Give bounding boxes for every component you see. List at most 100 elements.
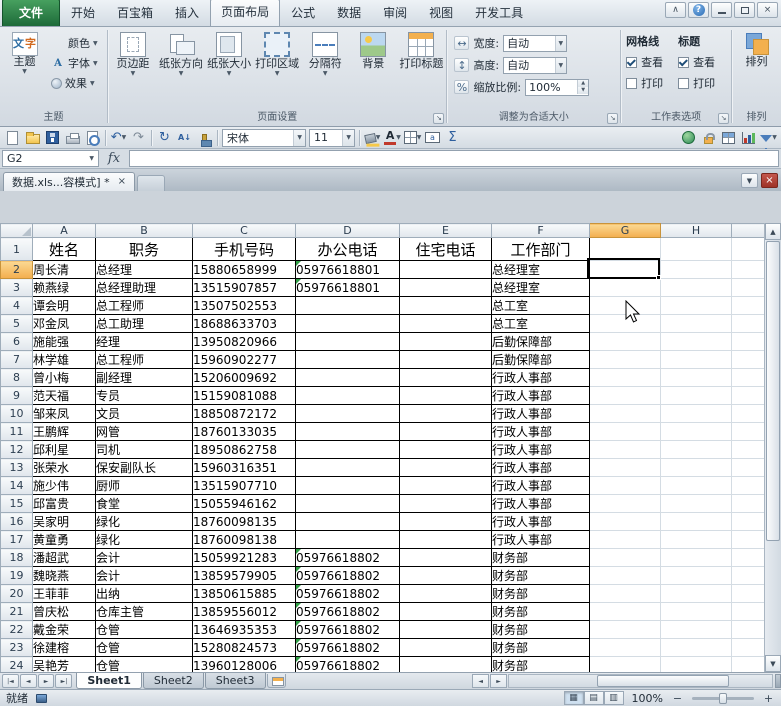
- cell-C8[interactable]: 15206009692: [192, 368, 296, 387]
- sum-button[interactable]: Σ: [443, 128, 462, 147]
- cell-C6[interactable]: 13950820966: [192, 332, 296, 351]
- paper-size-button[interactable]: 纸张大小 ▼: [206, 29, 253, 77]
- cell-B12[interactable]: 司机: [95, 440, 193, 459]
- cell-B1[interactable]: 职务: [95, 237, 193, 261]
- cell-A20[interactable]: 王菲菲: [32, 584, 96, 603]
- cell-F9[interactable]: 行政人事部: [491, 386, 590, 405]
- cell-B7[interactable]: 总工程师: [95, 350, 193, 369]
- help-button[interactable]: ?: [688, 2, 709, 18]
- ribbon-tab-视图[interactable]: 视图: [418, 0, 464, 26]
- background-button[interactable]: 背景: [350, 29, 397, 70]
- zoom-slider[interactable]: [692, 692, 754, 704]
- theme-fonts-button[interactable]: A 字体 ▼: [48, 53, 101, 73]
- ribbon-tab-页面布局[interactable]: 页面布局: [210, 0, 281, 26]
- row-header-14[interactable]: 14: [0, 476, 33, 495]
- cell-B9[interactable]: 专员: [95, 386, 193, 405]
- cell-A19[interactable]: 魏晓燕: [32, 566, 96, 585]
- font-name-combo[interactable]: 宋体 ▼: [222, 128, 306, 147]
- cell-G3[interactable]: [589, 278, 661, 297]
- cell-F24[interactable]: 财务部: [491, 656, 590, 672]
- cell-E23[interactable]: [399, 638, 492, 657]
- cell-C16[interactable]: 18760098135: [192, 512, 296, 531]
- zoom-out-button[interactable]: −: [671, 692, 684, 705]
- row-header-2[interactable]: 2: [0, 260, 33, 279]
- cell-F20[interactable]: 财务部: [491, 584, 590, 603]
- zoom-in-button[interactable]: +: [762, 692, 775, 705]
- column-header-C[interactable]: C: [192, 223, 296, 238]
- cell-D16[interactable]: [295, 512, 400, 531]
- print-preview-button[interactable]: [83, 128, 102, 147]
- cell-D4[interactable]: [295, 296, 400, 315]
- row-header-16[interactable]: 16: [0, 512, 33, 531]
- print-titles-button[interactable]: 打印标题: [398, 29, 445, 70]
- cell-C24[interactable]: 13960128006: [192, 656, 296, 672]
- cell-F18[interactable]: 财务部: [491, 548, 590, 567]
- cell-B10[interactable]: 文员: [95, 404, 193, 423]
- insert-function-button[interactable]: fx: [99, 151, 129, 166]
- cell-H21[interactable]: [660, 602, 732, 621]
- ribbon-tab-审阅[interactable]: 审阅: [372, 0, 418, 26]
- cell-B16[interactable]: 绿化: [95, 512, 193, 531]
- ribbon-tab-文件[interactable]: 文件: [2, 0, 61, 26]
- cell-D20[interactable]: 05976618802: [295, 584, 400, 603]
- cell-A12[interactable]: 邱利星: [32, 440, 96, 459]
- cell-H8[interactable]: [660, 368, 732, 387]
- horizontal-scrollbar[interactable]: [507, 674, 773, 688]
- cell-F3[interactable]: 总经理室: [491, 278, 590, 297]
- row-header-22[interactable]: 22: [0, 620, 33, 639]
- cell-I20[interactable]: [731, 584, 765, 603]
- cell-I12[interactable]: [731, 440, 765, 459]
- fill-handle[interactable]: [656, 275, 661, 280]
- spreadsheet-grid[interactable]: A B C D E F G H 1 姓名 职务 手机号码 办公电话 住宅电话 工作部门 2 周长清 总经理 1588…: [0, 223, 781, 672]
- cell-A3[interactable]: 赖燕绿: [32, 278, 96, 297]
- cell-C2[interactable]: 15880658999: [192, 260, 296, 279]
- cell-G22[interactable]: [589, 620, 661, 639]
- cell-D2[interactable]: 05976618801: [295, 260, 400, 279]
- ribbon-tab-插入[interactable]: 插入: [164, 0, 210, 26]
- cell-C18[interactable]: 15059921283: [192, 548, 296, 567]
- cell-D13[interactable]: [295, 458, 400, 477]
- cell-F6[interactable]: 后勤保障部: [491, 332, 590, 351]
- cell-I5[interactable]: [731, 314, 765, 333]
- cell-C22[interactable]: 13646935353: [192, 620, 296, 639]
- select-all-corner[interactable]: [0, 223, 33, 238]
- cell-B22[interactable]: 仓管: [95, 620, 193, 639]
- cell-H12[interactable]: [660, 440, 732, 459]
- cell-D17[interactable]: [295, 530, 400, 549]
- cell-E20[interactable]: [399, 584, 492, 603]
- breaks-button[interactable]: 分隔符 ▼: [302, 29, 349, 77]
- open-button[interactable]: [23, 128, 42, 147]
- cell-H6[interactable]: [660, 332, 732, 351]
- row-header-3[interactable]: 3: [0, 278, 33, 297]
- cell-H1[interactable]: [660, 237, 732, 261]
- cell-C21[interactable]: 13859556012: [192, 602, 296, 621]
- cell-C12[interactable]: 18950862758: [192, 440, 296, 459]
- row-header-17[interactable]: 17: [0, 530, 33, 549]
- document-tab-stub[interactable]: [136, 175, 165, 191]
- row-header-15[interactable]: 15: [0, 494, 33, 513]
- cell-D10[interactable]: [295, 404, 400, 423]
- cell-B3[interactable]: 总经理助理: [95, 278, 193, 297]
- margins-button[interactable]: 页边距 ▼: [109, 29, 156, 77]
- row-header-4[interactable]: 4: [0, 296, 33, 315]
- cell-H24[interactable]: [660, 656, 732, 672]
- insert-chart-button[interactable]: [739, 128, 758, 147]
- cell-I6[interactable]: [731, 332, 765, 351]
- spin-up-icon[interactable]: ▲: [578, 80, 589, 87]
- cell-D8[interactable]: [295, 368, 400, 387]
- cell-I10[interactable]: [731, 404, 765, 423]
- column-header-B[interactable]: B: [95, 223, 193, 238]
- font-size-combo[interactable]: 11 ▼: [309, 128, 355, 147]
- row-header-18[interactable]: 18: [0, 548, 33, 567]
- cell-I11[interactable]: [731, 422, 765, 441]
- row-header-1[interactable]: 1: [0, 237, 33, 261]
- cell-A22[interactable]: 戴金荣: [32, 620, 96, 639]
- close-workbook-button[interactable]: ×: [761, 173, 778, 188]
- cell-H5[interactable]: [660, 314, 732, 333]
- cell-A16[interactable]: 吴家明: [32, 512, 96, 531]
- cell-F1[interactable]: 工作部门: [491, 237, 590, 261]
- cell-A8[interactable]: 曾小梅: [32, 368, 96, 387]
- cell-C5[interactable]: 18688633703: [192, 314, 296, 333]
- cell-B2[interactable]: 总经理: [95, 260, 193, 279]
- gridlines-print-checkbox[interactable]: 打印: [622, 75, 674, 91]
